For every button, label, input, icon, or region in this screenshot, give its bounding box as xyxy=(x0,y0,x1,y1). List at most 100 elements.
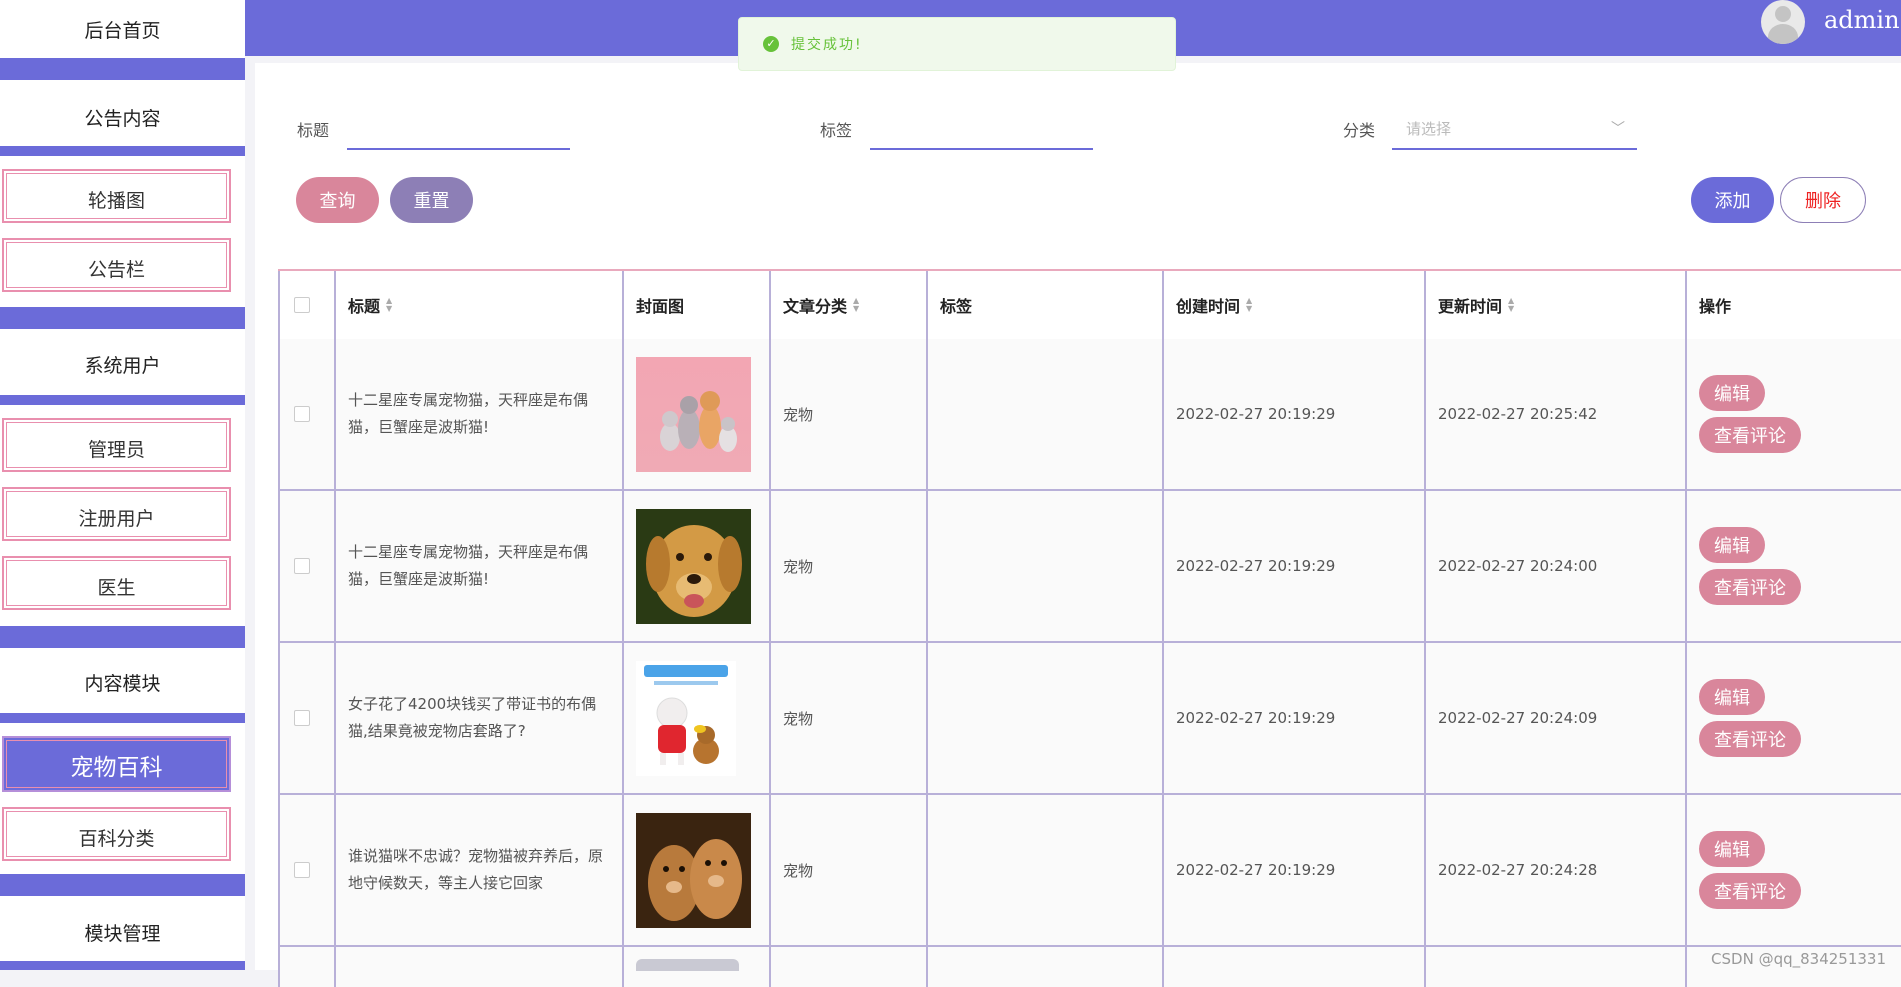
title-filter-label: 标题 xyxy=(297,121,330,140)
sidebar-divider xyxy=(0,307,245,329)
table-header-row: 标题 ▲ ▼ 封面图 文章分类 ▲ ▼ 标签 创建时间 ▲ ▼ 更新时间 ▲ ▼ 操作 xyxy=(278,269,1901,341)
sort-icon[interactable]: ▲ ▼ xyxy=(853,297,859,313)
row-created: 2022-02-27 20:19:29 xyxy=(1164,795,1426,945)
sort-icon[interactable]: ▲ ▼ xyxy=(1246,297,1252,313)
col-updated-label: 更新时间 xyxy=(1438,297,1503,316)
sidebar-group-content[interactable]: 内容模块 xyxy=(0,653,245,711)
row-checkbox[interactable] xyxy=(294,862,310,878)
row-cover-cell xyxy=(624,947,771,987)
success-toast: ✓ 提交成功! xyxy=(738,17,1176,71)
edit-button[interactable]: 编辑 xyxy=(1699,527,1765,563)
table-row: 女子花了4200块钱买了带证书的布偶猫,结果竟被宠物店套路了? 宠物 2022-… xyxy=(278,643,1901,795)
sidebar-item-carousel[interactable]: 轮播图 xyxy=(2,169,231,223)
title-filter-input[interactable] xyxy=(347,118,570,150)
username[interactable]: admin xyxy=(1824,6,1900,34)
cover-image[interactable] xyxy=(636,356,751,472)
table-row: 十二星座专属宠物猫，天秤座是布偶猫，巨蟹座是波斯猫! 宠物 2022-02-27… xyxy=(278,339,1901,491)
row-updated: 2022-02-27 20:24:28 xyxy=(1426,795,1687,945)
add-button[interactable]: 添加 xyxy=(1691,177,1774,223)
cover-image[interactable] xyxy=(636,812,751,928)
sidebar-item-users[interactable]: 注册用户 xyxy=(2,487,231,541)
view-comments-button[interactable]: 查看评论 xyxy=(1699,569,1801,605)
row-actions: 编辑 查看评论 xyxy=(1687,491,1901,641)
row-category: 宠物 xyxy=(771,339,928,489)
sidebar-group-module[interactable]: 模块管理 xyxy=(0,903,245,961)
sidebar-divider xyxy=(0,961,245,970)
check-circle-icon: ✓ xyxy=(763,36,779,52)
avatar-head-shape xyxy=(1775,6,1791,22)
col-actions: 操作 xyxy=(1687,271,1901,339)
row-actions: 编辑 查看评论 xyxy=(1687,643,1901,793)
table-row-partial xyxy=(278,947,1901,987)
row-actions: 编辑 查看评论 xyxy=(1687,795,1901,945)
row-actions: 编辑 查看评论 xyxy=(1687,339,1901,489)
edit-button[interactable]: 编辑 xyxy=(1699,831,1765,867)
row-select-cell xyxy=(278,947,336,987)
sidebar-item-wiki-category[interactable]: 百科分类 xyxy=(2,807,231,861)
row-select-cell xyxy=(278,491,336,641)
table-row: 谁说猫咪不忠诚？宠物猫被弃养后，原地守候数天，等主人接它回家 宠物 2022-0… xyxy=(278,795,1901,947)
row-cover-cell xyxy=(624,339,771,489)
select-all-checkbox[interactable] xyxy=(294,297,310,313)
col-title[interactable]: 标题 ▲ ▼ xyxy=(336,271,624,339)
row-category: 宠物 xyxy=(771,795,928,945)
row-tag xyxy=(928,491,1164,641)
table-row: 十二星座专属宠物猫，天秤座是布偶猫，巨蟹座是波斯猫! 宠物 2022-02-27… xyxy=(278,491,1901,643)
sidebar-divider xyxy=(0,626,245,648)
toast-message: 提交成功! xyxy=(791,37,863,53)
view-comments-button[interactable]: 查看评论 xyxy=(1699,873,1801,909)
row-checkbox[interactable] xyxy=(294,558,310,574)
sidebar-home[interactable]: 后台首页 xyxy=(0,0,245,58)
row-cover-cell xyxy=(624,795,771,945)
sidebar-item-admin[interactable]: 管理员 xyxy=(2,418,231,472)
col-category[interactable]: 文章分类 ▲ ▼ xyxy=(771,271,928,339)
row-cover-cell xyxy=(624,491,771,641)
view-comments-button[interactable]: 查看评论 xyxy=(1699,417,1801,453)
row-updated: 2022-02-27 20:24:09 xyxy=(1426,643,1687,793)
select-all-cell xyxy=(278,271,336,339)
sidebar-item-pet-wiki[interactable]: 宠物百科 xyxy=(2,736,231,792)
row-category: 宠物 xyxy=(771,491,928,641)
row-updated: 2022-02-27 20:24:00 xyxy=(1426,491,1687,641)
category-filter-label: 分类 xyxy=(1343,121,1376,140)
search-button[interactable]: 查询 xyxy=(296,177,379,223)
sort-icon[interactable]: ▲ ▼ xyxy=(386,297,392,313)
col-actions-label: 操作 xyxy=(1699,297,1732,316)
cover-image[interactable] xyxy=(636,508,751,624)
row-checkbox[interactable] xyxy=(294,406,310,422)
cover-image[interactable] xyxy=(636,959,739,971)
row-checkbox[interactable] xyxy=(294,710,310,726)
col-updated[interactable]: 更新时间 ▲ ▼ xyxy=(1426,271,1687,339)
col-tag: 标签 xyxy=(928,271,1164,339)
row-select-cell xyxy=(278,643,336,793)
tag-filter-input[interactable] xyxy=(870,118,1093,150)
sort-icon[interactable]: ▲ ▼ xyxy=(1508,297,1514,313)
avatar[interactable] xyxy=(1761,0,1805,44)
delete-button[interactable]: 删除 xyxy=(1780,177,1866,223)
avatar-body-shape xyxy=(1768,24,1798,44)
col-title-label: 标题 xyxy=(348,297,381,316)
row-title xyxy=(336,947,624,987)
row-title: 女子花了4200块钱买了带证书的布偶猫,结果竟被宠物店套路了? xyxy=(336,643,624,793)
row-created: 2022-02-27 20:19:29 xyxy=(1164,491,1426,641)
sidebar-divider xyxy=(0,146,245,156)
sidebar-group-notice[interactable]: 公告内容 xyxy=(0,88,245,146)
edit-button[interactable]: 编辑 xyxy=(1699,375,1765,411)
cover-image[interactable] xyxy=(636,660,736,776)
row-created xyxy=(1164,947,1426,987)
row-tag xyxy=(928,795,1164,945)
row-created: 2022-02-27 20:19:29 xyxy=(1164,339,1426,489)
col-cover-label: 封面图 xyxy=(636,297,685,316)
category-select[interactable]: 请选择 ﹀ xyxy=(1392,112,1637,150)
sidebar-item-bulletin[interactable]: 公告栏 xyxy=(2,238,231,292)
view-comments-button[interactable]: 查看评论 xyxy=(1699,721,1801,757)
row-updated xyxy=(1426,947,1687,987)
row-tag xyxy=(928,947,1164,987)
col-created[interactable]: 创建时间 ▲ ▼ xyxy=(1164,271,1426,339)
sidebar-group-system[interactable]: 系统用户 xyxy=(0,335,245,393)
reset-button[interactable]: 重置 xyxy=(390,177,473,223)
row-created: 2022-02-27 20:19:29 xyxy=(1164,643,1426,793)
edit-button[interactable]: 编辑 xyxy=(1699,679,1765,715)
sidebar-item-doctor[interactable]: 医生 xyxy=(2,556,231,610)
row-title: 十二星座专属宠物猫，天秤座是布偶猫，巨蟹座是波斯猫! xyxy=(336,339,624,489)
